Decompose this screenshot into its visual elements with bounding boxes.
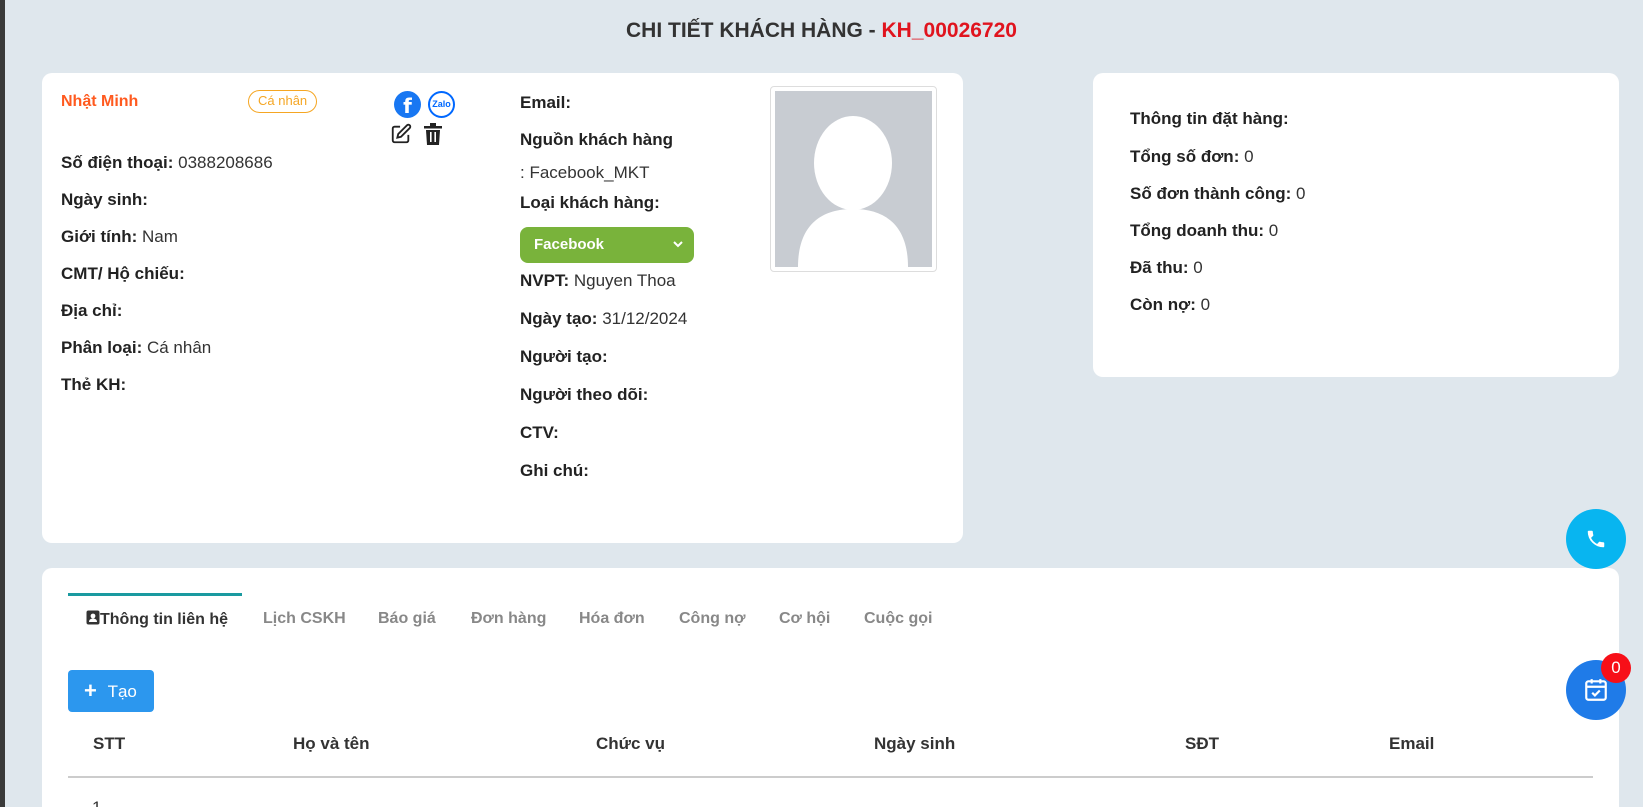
- field-customer-type: Loại khách hàng:: [520, 193, 660, 212]
- field-label: Tổng doanh thu: [1130, 221, 1259, 240]
- field-label: Ghi chú: [520, 461, 584, 480]
- field-label: NVPT: [520, 271, 564, 290]
- field-label: Đã thu: [1130, 258, 1183, 277]
- customer-code: KH_00026720: [881, 19, 1017, 42]
- table-header-divider: [68, 776, 1593, 778]
- delete-icon[interactable]: [423, 123, 445, 145]
- field-label: Tổng số đơn: [1130, 147, 1234, 166]
- tab-care-schedule[interactable]: Lịch CSKH: [263, 610, 346, 628]
- avatar-placeholder-icon: [775, 91, 932, 267]
- field-label: Người theo dõi: [520, 385, 643, 404]
- customer-type-selected: Facebook: [534, 236, 605, 253]
- field-label: Thẻ KH: [61, 375, 121, 394]
- field-value: 0: [1244, 147, 1254, 166]
- customer-type-select[interactable]: Facebook: [520, 227, 694, 263]
- field-value: Cá nhân: [146, 338, 212, 357]
- field-label: Địa chỉ: [61, 301, 117, 320]
- order-info-card: Thông tin đặt hàng: Tổng số đơn: 0 Số đơ…: [1093, 73, 1619, 377]
- column-header-birthday: Ngày sinh: [874, 734, 956, 753]
- tab-invoices[interactable]: Hóa đơn: [579, 610, 645, 628]
- calendar-count-badge: 0: [1601, 653, 1631, 683]
- field-created-date: Ngày tạo: 31/12/2024: [520, 309, 688, 328]
- field-label: Ngày tạo: [520, 309, 592, 328]
- tab-debts[interactable]: Công nợ: [679, 610, 745, 628]
- field-note: Ghi chú:: [520, 461, 589, 480]
- field-gender: Giới tính: Nam: [61, 227, 178, 246]
- create-button-label: Tạo: [107, 682, 137, 701]
- edit-icon[interactable]: [390, 123, 412, 145]
- field-value: 31/12/2024: [602, 309, 688, 328]
- create-button[interactable]: + Tạo: [68, 670, 154, 712]
- field-ctv: CTV:: [520, 423, 559, 442]
- field-label: Số đơn thành công: [1130, 184, 1286, 203]
- field-source-label: Nguồn khách hàng: [520, 130, 673, 149]
- call-button[interactable]: [1566, 509, 1626, 569]
- page-title-prefix: CHI TIẾT KHÁCH HÀNG -: [626, 19, 882, 42]
- tab-contact-info[interactable]: Thông tin liên hệ: [86, 610, 228, 629]
- customer-name: Nhật Minh: [61, 93, 139, 110]
- chevron-down-icon: [672, 227, 684, 276]
- order-total: Tổng số đơn: 0: [1130, 147, 1254, 166]
- field-label: CMT/ Hộ chiếu: [61, 264, 180, 283]
- field-value: 0: [1200, 295, 1211, 314]
- field-label: CTV: [520, 423, 554, 442]
- customer-info-card: Nhật Minh Cá nhân f Zalo Số điện thoại: …: [42, 73, 963, 543]
- order-revenue: Tổng doanh thu: 0: [1130, 221, 1279, 240]
- calendar-check-icon: [1585, 679, 1607, 701]
- window-edge: [0, 0, 5, 807]
- tab-opportunities[interactable]: Cơ hội: [779, 610, 830, 628]
- field-value: Nguyen Thoa: [573, 271, 676, 290]
- zalo-icon[interactable]: Zalo: [428, 91, 455, 118]
- field-email: Email:: [520, 93, 572, 112]
- avatar[interactable]: [770, 86, 937, 272]
- field-label: Email: [520, 93, 566, 112]
- page-title: CHI TIẾT KHÁCH HÀNG - KH_00026720: [0, 19, 1643, 43]
- contact-card-icon: [86, 610, 100, 625]
- field-address: Địa chỉ:: [61, 301, 123, 320]
- field-label: Ngày sinh: [61, 190, 143, 209]
- table-row: 1: [92, 798, 101, 807]
- field-label: Còn nợ: [1130, 295, 1191, 314]
- column-header-email: Email: [1389, 734, 1435, 753]
- field-sales-staff: NVPT: Nguyen Thoa: [520, 271, 676, 290]
- order-collected: Đã thu: 0: [1130, 258, 1203, 277]
- field-classification: Phân loại: Cá nhân: [61, 338, 212, 357]
- facebook-icon[interactable]: f: [394, 91, 421, 118]
- field-customer-card: Thẻ KH:: [61, 375, 127, 394]
- field-id-card: CMT/ Hộ chiếu:: [61, 264, 185, 283]
- column-header-position: Chức vụ: [596, 734, 665, 753]
- tab-calls[interactable]: Cuộc gọi: [864, 610, 932, 628]
- field-value: Facebook_MKT: [529, 163, 650, 182]
- field-label: Loại khách hàng: [520, 193, 655, 212]
- column-header-phone: SĐT: [1185, 734, 1219, 753]
- field-value: 0388208686: [178, 153, 273, 172]
- field-value: 0: [1296, 184, 1306, 203]
- active-tab-indicator: [68, 593, 242, 596]
- order-heading-text: Thông tin đặt hàng: [1130, 109, 1283, 128]
- order-info-heading: Thông tin đặt hàng:: [1130, 109, 1289, 128]
- tab-quotes[interactable]: Báo giá: [378, 610, 436, 628]
- field-label: Người tạo: [520, 347, 603, 366]
- field-label: Số điện thoại: [61, 153, 168, 172]
- tab-label: Thông tin liên hệ: [100, 611, 228, 628]
- field-phone: Số điện thoại: 0388208686: [61, 153, 273, 172]
- plus-icon: +: [84, 678, 97, 703]
- tab-orders[interactable]: Đơn hàng: [471, 610, 546, 628]
- field-value: 0: [1193, 258, 1203, 277]
- column-header-fullname: Họ và tên: [293, 734, 370, 753]
- field-label: Phân loại: [61, 338, 137, 357]
- phone-icon: [1587, 530, 1605, 548]
- field-source: : Facebook_MKT: [520, 163, 650, 182]
- field-creator: Người tạo:: [520, 347, 608, 366]
- column-header-stt: STT: [93, 734, 126, 753]
- order-debt: Còn nợ: 0: [1130, 295, 1211, 314]
- field-follower: Người theo dõi:: [520, 385, 649, 404]
- order-success: Số đơn thành công: 0: [1130, 184, 1306, 203]
- tabs-card: Thông tin liên hệ Lịch CSKH Báo giá Đơn …: [42, 568, 1619, 807]
- customer-type-badge: Cá nhân: [248, 90, 318, 113]
- field-birthday: Ngày sinh:: [61, 190, 148, 209]
- field-value: Nam: [142, 227, 178, 246]
- field-value: 0: [1268, 221, 1279, 240]
- field-label: Giới tính: [61, 227, 132, 246]
